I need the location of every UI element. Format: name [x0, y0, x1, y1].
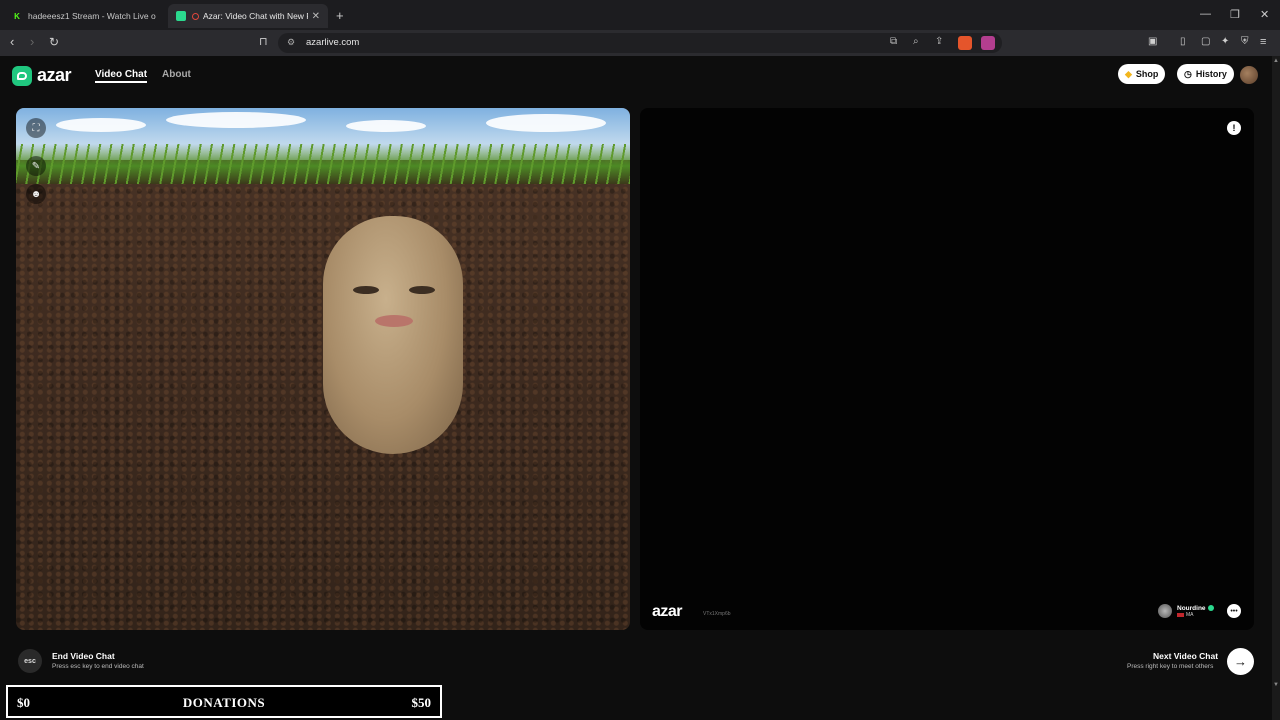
- browser-toolbar: ‹ › ↻ ⊓ ⚙ azarlive.com ⧉ ⌕ ⇪ ▣ ▯ ▢ ✦ ⛨ ≡: [0, 30, 1280, 56]
- peer-country: MA: [1186, 611, 1194, 618]
- next-chat-title: Next Video Chat: [1153, 651, 1219, 661]
- cloud: [166, 112, 306, 128]
- azar-watermark: azar: [652, 603, 683, 620]
- restore-button[interactable]: ❐: [1230, 8, 1240, 21]
- remote-video: ! azar VTx1Xmp6b Nourdine MA •••: [640, 108, 1254, 630]
- grass-background: [16, 144, 630, 184]
- donations-bar: $0 DONATIONS $50: [6, 685, 442, 718]
- logo-text: azar: [37, 65, 72, 85]
- shop-button[interactable]: ◆ Shop: [1118, 64, 1166, 84]
- mouth: [375, 315, 413, 327]
- tab-azar[interactable]: Azar: Video Chat with New Pe ✕: [168, 4, 328, 28]
- history-button[interactable]: ◷ History: [1177, 64, 1234, 84]
- bookmark-icon[interactable]: ⊓: [259, 35, 268, 49]
- chat-icon[interactable]: •••: [1227, 604, 1241, 618]
- peer-info[interactable]: Nourdine MA: [1158, 604, 1214, 618]
- morocco-flag-icon: [1177, 612, 1184, 617]
- azar-logo[interactable]: azar: [12, 65, 72, 86]
- azar-icon: [176, 11, 186, 21]
- magic-wand-icon[interactable]: ✎: [26, 156, 46, 176]
- verified-icon: [1207, 605, 1214, 611]
- scroll-down-icon[interactable]: ▼: [1273, 682, 1279, 688]
- open-external-icon[interactable]: ⧉: [890, 36, 897, 47]
- cloud: [486, 114, 606, 132]
- zoom-icon[interactable]: ⌕: [913, 36, 919, 47]
- scroll-up-icon[interactable]: ▲: [1273, 58, 1279, 64]
- local-video: ⛶ ✎ ☻: [16, 108, 630, 630]
- cloud: [346, 120, 426, 132]
- history-label: History: [1195, 69, 1227, 79]
- report-icon[interactable]: !: [1227, 121, 1241, 135]
- site-info-icon[interactable]: ⚙: [287, 37, 295, 48]
- minimize-button[interactable]: —: [1200, 8, 1211, 20]
- nav-video-chat[interactable]: Video Chat: [95, 69, 148, 83]
- next-chat-button[interactable]: →: [1227, 648, 1254, 675]
- sidebar-icon[interactable]: ▯: [1180, 35, 1186, 49]
- tab-manager-icon[interactable]: ▢: [1201, 35, 1210, 49]
- leo-ai-icon[interactable]: ✦: [1221, 35, 1229, 49]
- end-chat-button[interactable]: esc: [18, 649, 42, 673]
- next-chat-hint: Press right key to meet others: [1127, 663, 1214, 670]
- menu-icon[interactable]: ≡: [1260, 35, 1266, 49]
- brave-shields-icon[interactable]: [958, 36, 972, 50]
- end-chat-hint: Press esc key to end video chat: [52, 663, 144, 670]
- donation-label: DONATIONS: [182, 695, 266, 710]
- close-window-button[interactable]: ✕: [1260, 8, 1269, 21]
- watermark-id: VTx1Xmp6b: [703, 611, 731, 617]
- new-tab-button[interactable]: +: [336, 8, 344, 23]
- gem-icon: ◆: [1125, 68, 1132, 79]
- recording-icon: [192, 12, 199, 20]
- address-bar[interactable]: ⚙ azarlive.com ⧉ ⌕ ⇪: [278, 33, 1002, 53]
- close-tab-icon[interactable]: ✕: [312, 11, 320, 22]
- shop-label: Shop: [1135, 69, 1159, 79]
- azar-logo-icon: [12, 65, 32, 86]
- tab-kick-stream[interactable]: K hadeeesz1 Stream - Watch Live on Ki: [4, 4, 164, 28]
- donation-max: $50: [411, 695, 432, 710]
- profile-avatar[interactable]: [1240, 66, 1258, 84]
- cloud: [56, 118, 146, 132]
- fullscreen-icon[interactable]: ⛶: [26, 118, 46, 138]
- reload-button[interactable]: ↻: [49, 35, 59, 49]
- wallet-icon[interactable]: ▣: [1148, 35, 1157, 49]
- arrow-right-icon: →: [1234, 654, 1247, 669]
- forward-button[interactable]: ›: [30, 35, 34, 49]
- kick-icon: K: [14, 11, 20, 21]
- back-button[interactable]: ‹: [10, 35, 14, 49]
- face-filter-icon[interactable]: ☻: [26, 184, 46, 204]
- nav-about[interactable]: About: [162, 69, 191, 80]
- tab-title: Azar: Video Chat with New Pe: [203, 11, 308, 21]
- peer-avatar: [1158, 604, 1172, 618]
- left-eye: [353, 286, 379, 294]
- end-chat-title: End Video Chat: [52, 651, 115, 661]
- url-text: azarlive.com: [306, 37, 360, 48]
- page-scrollbar[interactable]: [1272, 56, 1280, 720]
- browser-tab-bar: K hadeeesz1 Stream - Watch Live on Ki Az…: [0, 0, 1280, 30]
- tab-title: hadeeesz1 Stream - Watch Live on Ki: [28, 11, 156, 21]
- potato-face-filter: [323, 216, 463, 454]
- brave-rewards-icon[interactable]: [981, 36, 995, 50]
- history-icon: ◷: [1184, 68, 1192, 79]
- vpn-icon[interactable]: ⛨: [1241, 35, 1249, 49]
- right-eye: [409, 286, 435, 294]
- peer-name: Nourdine: [1177, 604, 1206, 612]
- share-icon[interactable]: ⇪: [935, 36, 943, 47]
